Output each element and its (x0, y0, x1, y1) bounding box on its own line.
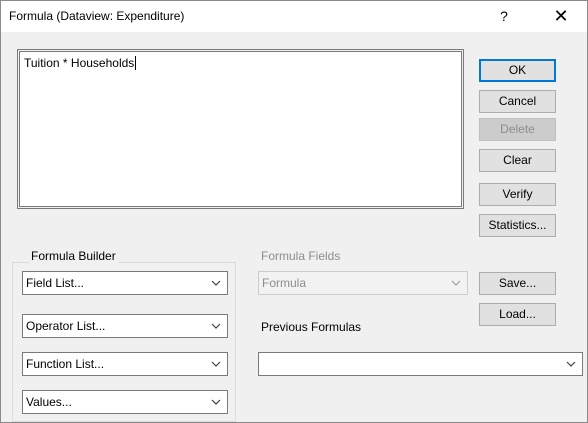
chevron-down-icon (211, 323, 221, 329)
save-button[interactable]: Save... (479, 272, 556, 295)
statistics-button[interactable]: Statistics... (479, 214, 556, 237)
field-list-dropdown[interactable]: Field List... (22, 271, 228, 295)
previous-formulas-label: Previous Formulas (261, 320, 362, 334)
formula-fields-label: Formula Fields (261, 249, 341, 263)
chevron-down-icon (211, 399, 221, 405)
formula-text: Tuition * Households (24, 56, 137, 70)
chevron-down-icon (211, 361, 221, 367)
chevron-down-icon (451, 280, 461, 286)
formula-builder-label: Formula Builder (29, 249, 118, 263)
verify-button[interactable]: Verify (479, 183, 556, 206)
cancel-button[interactable]: Cancel (479, 90, 556, 113)
load-button[interactable]: Load... (479, 303, 556, 326)
text-caret (135, 56, 137, 70)
formula-dialog: Formula (Dataview: Expenditure) ? ✕ Tuit… (0, 0, 588, 423)
values-value: Values... (26, 395, 72, 409)
values-dropdown[interactable]: Values... (22, 390, 228, 414)
delete-button[interactable]: Delete (479, 118, 556, 141)
function-list-value: Function List... (26, 357, 105, 371)
formula-value: Tuition * Households (24, 56, 135, 70)
help-icon[interactable]: ? (489, 5, 519, 27)
ok-button[interactable]: OK (479, 59, 556, 82)
operator-list-value: Operator List... (26, 319, 106, 333)
previous-formulas-dropdown[interactable] (258, 352, 583, 376)
operator-list-dropdown[interactable]: Operator List... (22, 314, 228, 338)
title-bar: Formula (Dataview: Expenditure) ? ✕ (1, 1, 587, 32)
clear-button[interactable]: Clear (479, 149, 556, 172)
chevron-down-icon (211, 280, 221, 286)
chevron-down-icon (566, 361, 576, 367)
formula-fields-value: Formula (262, 276, 307, 290)
close-icon[interactable]: ✕ (541, 3, 581, 29)
field-list-value: Field List... (26, 276, 85, 290)
function-list-dropdown[interactable]: Function List... (22, 352, 228, 376)
formula-fields-dropdown[interactable]: Formula (258, 271, 468, 295)
window-title: Formula (Dataview: Expenditure) (9, 9, 185, 23)
formula-editor[interactable]: Tuition * Households (17, 49, 464, 209)
